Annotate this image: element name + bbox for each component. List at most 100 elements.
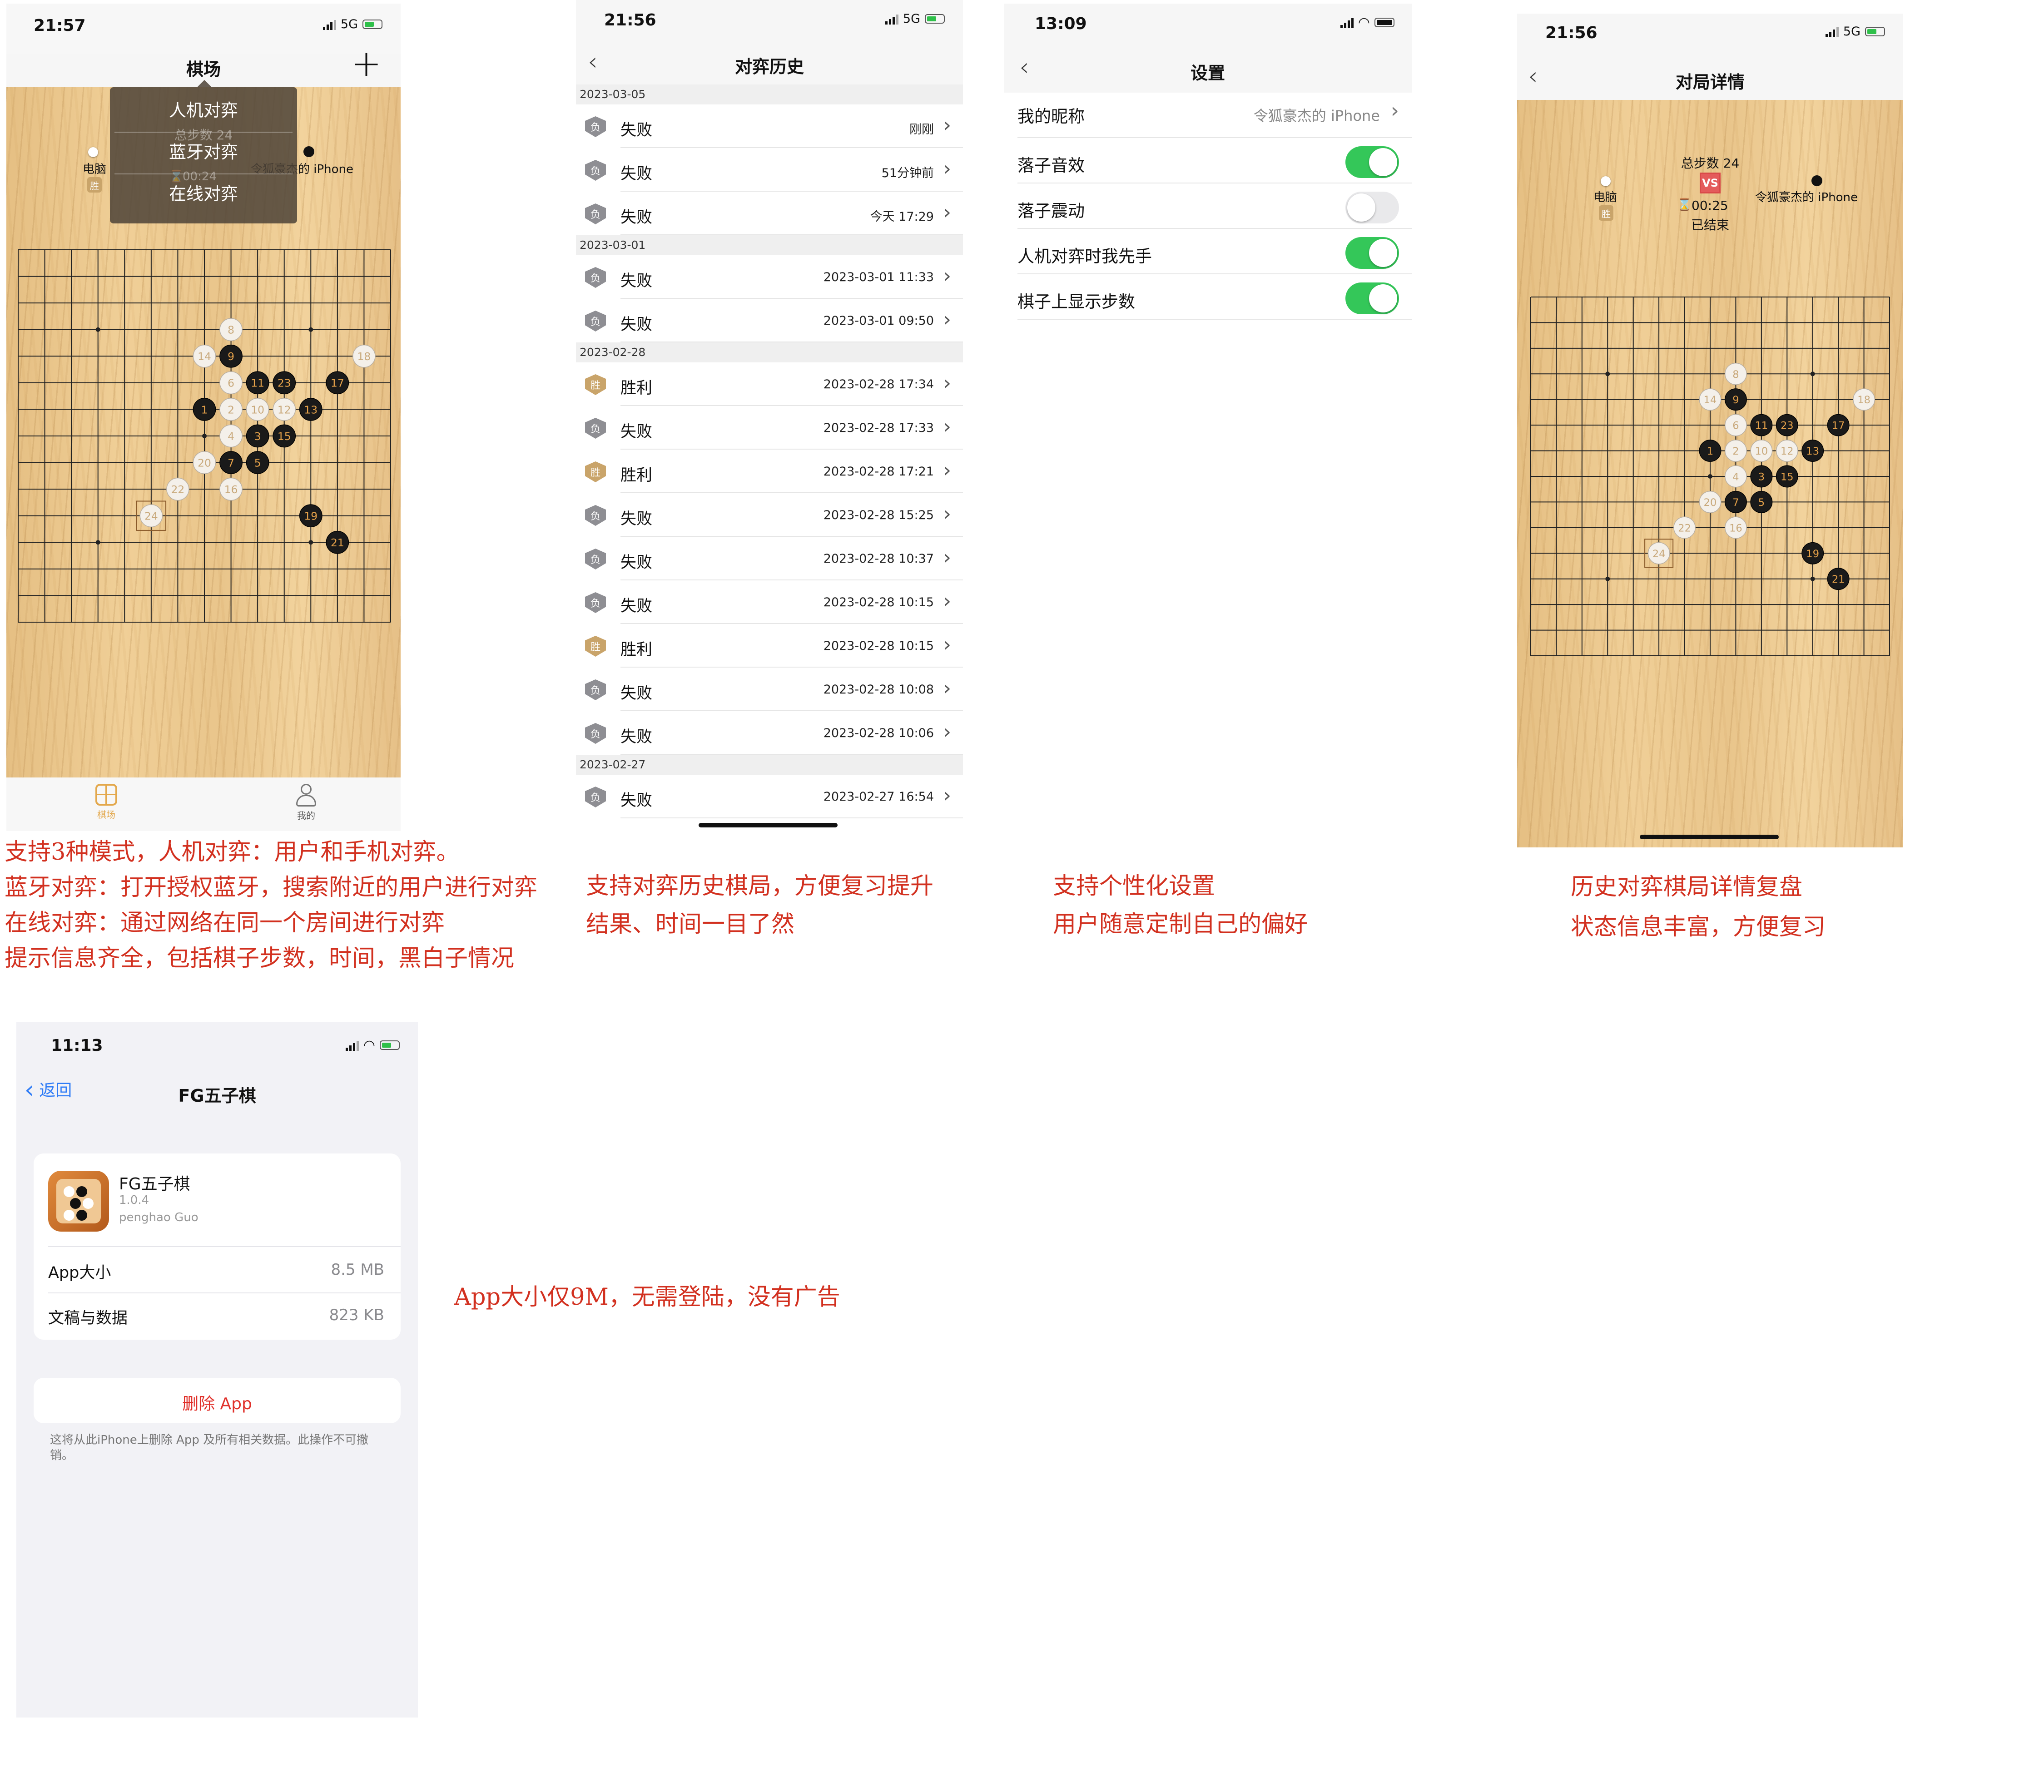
tab-board[interactable]: 棋场 (79, 784, 134, 821)
history-row[interactable]: 负失败 2023-03-01 09:50 › (576, 299, 963, 342)
white-stone: 10 (246, 398, 269, 421)
move-number: 7 (228, 456, 234, 469)
move-number: 3 (254, 430, 261, 443)
history-row[interactable]: 胜胜利 2023-02-28 10:15 › (576, 624, 963, 668)
white-stone: 24 (136, 500, 167, 531)
page-title: FG五子棋 (178, 1086, 256, 1106)
move-number: 6 (1732, 420, 1739, 432)
history-row[interactable]: 负失败 2023-02-28 10:08 › (576, 668, 963, 711)
move-number: 24 (1652, 548, 1666, 560)
result-badge-icon: 胜 (585, 374, 606, 395)
history-row[interactable]: 负失败 2023-02-28 10:37 › (576, 537, 963, 580)
winner-badge: 胜 (87, 177, 102, 193)
move-number: 13 (304, 403, 318, 416)
status-indicators: ◠ (1340, 15, 1394, 30)
white-stone: 6 (219, 371, 243, 395)
caption-line: 支持个性化设置 (1053, 873, 1215, 900)
white-stone: 22 (166, 477, 189, 501)
detail-screen: 21:56 5G ‹ 对局详情 总步数 24 VS ⌛ 00:25 已结束 电脑… (1517, 14, 1903, 847)
status-bar: 21:57 5G (6, 4, 401, 54)
menu-item-ai[interactable]: 人机对弈 (110, 96, 297, 121)
gomoku-board[interactable]: 1 2 3 4 5 6 7 8 9 10 11 12 13 14 15 16 17 18 19 20 21 22 23 24 (14, 245, 395, 628)
home-indicator (699, 823, 838, 827)
chevron-right-icon: › (943, 589, 951, 613)
move-number: 20 (198, 456, 211, 469)
move-number: 20 (1704, 497, 1717, 509)
page-title: 棋场 (186, 59, 221, 79)
signal-icon (345, 1040, 359, 1051)
history-section-date: 2023-03-01 (576, 235, 963, 255)
history-section-date: 2023-02-28 (576, 342, 963, 362)
result-label: 失败 (620, 165, 653, 183)
result-badge-icon: 负 (585, 116, 606, 137)
history-row[interactable]: 负失败 2023-02-28 10:06 › (576, 711, 963, 755)
black-stone: 15 (1776, 465, 1798, 488)
game-ended-label: 已结束 (1691, 218, 1729, 233)
status-bar: 21:56 5G (1517, 14, 1903, 59)
caption-line: 蓝牙对弈：打开授权蓝牙，搜索附近的用户进行对弈 (5, 874, 538, 901)
result-badge-icon: 负 (585, 787, 606, 807)
move-number: 11 (251, 377, 264, 390)
settings-toggle-row: 落子音效 (1004, 138, 1412, 183)
history-row[interactable]: 负失败 今天 17:29 › (576, 192, 963, 235)
white-stone: 20 (193, 451, 216, 474)
history-row[interactable]: 负失败 2023-02-27 16:54 › (576, 775, 963, 818)
history-row[interactable]: 负失败 2023-02-28 17:33 › (576, 406, 963, 450)
plus-icon[interactable]: + (351, 45, 382, 82)
move-number: 9 (1732, 394, 1739, 406)
history-row[interactable]: 胜胜利 2023-02-28 17:34 › (576, 362, 963, 406)
black-stone: 11 (246, 371, 269, 395)
nav-bar: ‹ 设置 (1004, 47, 1412, 93)
show-steps-toggle[interactable] (1345, 282, 1399, 314)
white-stone: 14 (1699, 388, 1722, 411)
app-size-label: App大小 (48, 1264, 111, 1282)
move-number: 10 (1755, 446, 1768, 457)
black-stone: 7 (219, 451, 243, 474)
computer-label: 电脑 (1593, 191, 1617, 204)
nickname-value: 令狐豪杰的 iPhone (1253, 107, 1380, 124)
status-time: 21:57 (34, 16, 86, 35)
result-time: 2023-02-28 10:15 (823, 639, 934, 653)
white-stone: 4 (1724, 465, 1747, 488)
first-move-toggle[interactable] (1345, 237, 1399, 269)
page-title: 设置 (1190, 63, 1225, 83)
page-title: 对局详情 (1675, 72, 1745, 92)
history-row[interactable]: 负失败 2023-02-28 10:15 › (576, 580, 963, 624)
move-number: 24 (144, 510, 158, 523)
chevron-right-icon: › (943, 459, 951, 482)
sound-toggle[interactable] (1345, 146, 1399, 178)
result-time: 2023-02-28 15:25 (823, 508, 934, 522)
status-indicators: 5G (885, 12, 945, 26)
history-list: 2023-03-05 负失败 刚刚 › 负失败 51分钟前 › 负失败 今天 17:29 › 202… (576, 84, 963, 831)
app-icon (48, 1171, 109, 1232)
chevron-right-icon: › (943, 308, 951, 331)
result-label: 胜利 (620, 641, 653, 659)
result-time: 2023-03-01 11:33 (823, 270, 934, 284)
history-row[interactable]: 负失败 2023-03-01 11:33 › (576, 255, 963, 299)
app-info-card: FG五子棋 1.0.4 penghao Guo App大小 8.5 MB 文稿与… (34, 1153, 401, 1340)
winner-badge: 胜 (1599, 205, 1613, 221)
history-row[interactable]: 负失败 2023-02-28 15:25 › (576, 493, 963, 537)
history-row[interactable]: 胜胜利 2023-02-28 17:21 › (576, 450, 963, 493)
tab-profile[interactable]: 我的 (279, 784, 333, 822)
result-time: 51分钟前 (881, 166, 934, 180)
settings-toggle-row: 落子震动 (1004, 183, 1412, 229)
nickname-row[interactable]: 我的昵称 令狐豪杰的 iPhone › (1004, 93, 1412, 138)
result-label: 失败 (620, 208, 653, 227)
board-icon (95, 784, 117, 806)
history-row[interactable]: 负失败 51分钟前 › (576, 148, 963, 192)
history-row[interactable]: 负失败 刚刚 › (576, 104, 963, 148)
caption-game: 支持3种模式，人机对弈：用户和手机对弈。 蓝牙对弈：打开授权蓝牙，搜索附近的用户… (5, 835, 537, 976)
black-stone: 23 (1776, 414, 1798, 436)
menu-item-bluetooth[interactable]: 蓝牙对弈 (110, 138, 297, 163)
caption-line: 用户随意定制自己的偏好 (1053, 911, 1308, 938)
menu-item-online[interactable]: 在线对弈 (110, 180, 297, 205)
delete-app-button[interactable]: 删除 App (34, 1378, 401, 1423)
chevron-right-icon: › (943, 264, 951, 287)
black-stone: 1 (1699, 440, 1722, 462)
black-stone: 3 (1750, 465, 1773, 488)
black-stone: 7 (1724, 490, 1747, 513)
hourglass-icon: ⌛ (1677, 198, 1692, 212)
vibration-toggle[interactable] (1345, 192, 1399, 223)
board-grid[interactable]: 1 23456789101112 131415161718192021222324 (14, 245, 395, 628)
